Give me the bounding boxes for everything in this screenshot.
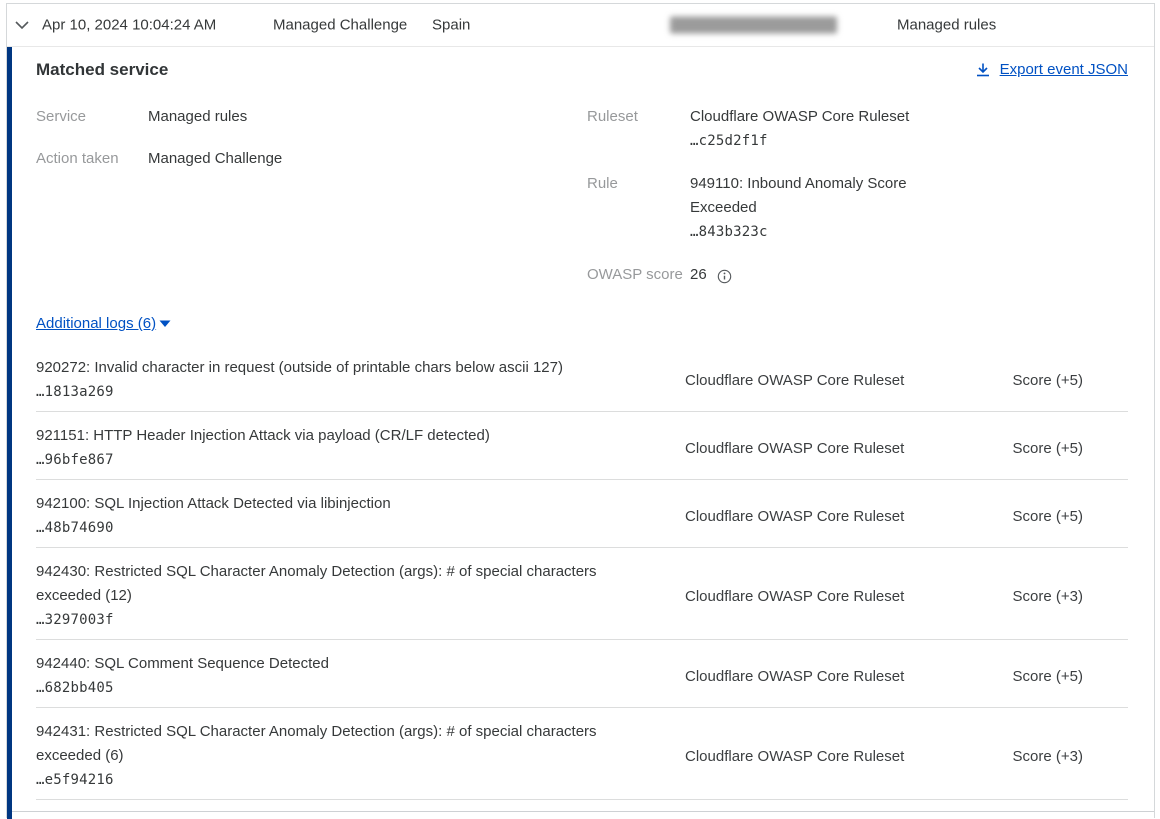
log-ruleset: Cloudflare OWASP Core Ruleset xyxy=(685,508,1008,525)
log-ruleset: Cloudflare OWASP Core Ruleset xyxy=(685,748,1008,765)
event-timestamp: Apr 10, 2024 10:04:24 AM xyxy=(42,17,216,34)
field-action-taken: Action taken Managed Challenge xyxy=(36,147,587,171)
log-row: 920272: Invalid character in request (ou… xyxy=(36,344,1128,412)
additional-logs-label: Additional logs (6) xyxy=(36,315,156,332)
log-rule-id: …3297003f xyxy=(36,608,655,632)
panel-bottom-divider xyxy=(12,811,1154,812)
event-action: Managed Challenge xyxy=(273,17,407,34)
field-action-taken-label: Action taken xyxy=(36,147,148,171)
log-row: 942440: SQL Comment Sequence Detected …6… xyxy=(36,640,1128,708)
log-description: 942431: Restricted SQL Character Anomaly… xyxy=(36,720,655,768)
event-country: Spain xyxy=(432,17,470,34)
field-ruleset-label: Ruleset xyxy=(587,105,690,153)
field-service-value: Managed rules xyxy=(148,105,247,129)
export-event-json-label: Export event JSON xyxy=(1000,61,1128,78)
log-description: 921151: HTTP Header Injection Attack via… xyxy=(36,424,655,448)
additional-logs-table: 920272: Invalid character in request (ou… xyxy=(36,344,1128,800)
field-service: Service Managed rules xyxy=(36,105,587,129)
field-ruleset-value: Cloudflare OWASP Core Ruleset xyxy=(690,105,940,129)
log-rule-id: …48b74690 xyxy=(36,516,655,540)
redacted-value xyxy=(670,17,837,34)
field-owasp-score: OWASP score 26 xyxy=(587,263,1128,287)
log-ruleset: Cloudflare OWASP Core Ruleset xyxy=(685,588,1008,605)
log-score: Score (+3) xyxy=(1008,748,1128,765)
log-row: 942430: Restricted SQL Character Anomaly… xyxy=(36,548,1128,640)
download-icon xyxy=(975,62,991,78)
field-ruleset-id: …c25d2f1f xyxy=(690,129,940,153)
log-score: Score (+5) xyxy=(1008,668,1128,685)
event-detail-panel: Matched service Export event JSON Servic… xyxy=(7,60,1154,800)
event-row-header[interactable]: Apr 10, 2024 10:04:24 AM Managed Challen… xyxy=(7,4,1154,47)
log-ruleset: Cloudflare OWASP Core Ruleset xyxy=(685,372,1008,389)
log-rule-id: …96bfe867 xyxy=(36,448,655,472)
caret-down-icon[interactable] xyxy=(159,320,171,328)
field-action-taken-value: Managed Challenge xyxy=(148,147,282,171)
field-ruleset: Ruleset Cloudflare OWASP Core Ruleset …c… xyxy=(587,105,1128,153)
log-row: 942431: Restricted SQL Character Anomaly… xyxy=(36,708,1128,800)
additional-logs-toggle[interactable]: Additional logs (6) xyxy=(36,315,156,332)
log-description: 942440: SQL Comment Sequence Detected xyxy=(36,652,655,676)
log-row: 921151: HTTP Header Injection Attack via… xyxy=(36,412,1128,480)
chevron-down-icon[interactable] xyxy=(14,20,30,30)
log-ruleset: Cloudflare OWASP Core Ruleset xyxy=(685,668,1008,685)
field-service-label: Service xyxy=(36,105,148,129)
log-rule-id: …e5f94216 xyxy=(36,768,655,792)
log-description: 920272: Invalid character in request (ou… xyxy=(36,356,655,380)
log-score: Score (+5) xyxy=(1008,508,1128,525)
info-icon[interactable] xyxy=(717,269,732,284)
event-detail-card: Apr 10, 2024 10:04:24 AM Managed Challen… xyxy=(6,3,1155,818)
panel-title: Matched service xyxy=(36,60,168,80)
log-ruleset: Cloudflare OWASP Core Ruleset xyxy=(685,440,1008,457)
log-row: 942100: SQL Injection Attack Detected vi… xyxy=(36,480,1128,548)
event-service: Managed rules xyxy=(897,17,996,34)
field-rule-id: …843b323c xyxy=(690,220,940,244)
field-rule-value: 949110: Inbound Anomaly Score Exceeded xyxy=(690,172,940,220)
field-rule-label: Rule xyxy=(587,172,690,244)
field-rule: Rule 949110: Inbound Anomaly Score Excee… xyxy=(587,172,1128,244)
field-owasp-score-label: OWASP score xyxy=(587,263,690,287)
log-description: 942100: SQL Injection Attack Detected vi… xyxy=(36,492,655,516)
log-score: Score (+5) xyxy=(1008,372,1128,389)
log-rule-id: …1813a269 xyxy=(36,380,655,404)
expanded-row-accent-bar xyxy=(7,47,12,819)
field-owasp-score-value: 26 xyxy=(690,263,707,287)
log-score: Score (+5) xyxy=(1008,440,1128,457)
log-rule-id: …682bb405 xyxy=(36,676,655,700)
log-score: Score (+3) xyxy=(1008,588,1128,605)
log-description: 942430: Restricted SQL Character Anomaly… xyxy=(36,560,655,608)
export-event-json-link[interactable]: Export event JSON xyxy=(975,61,1128,78)
